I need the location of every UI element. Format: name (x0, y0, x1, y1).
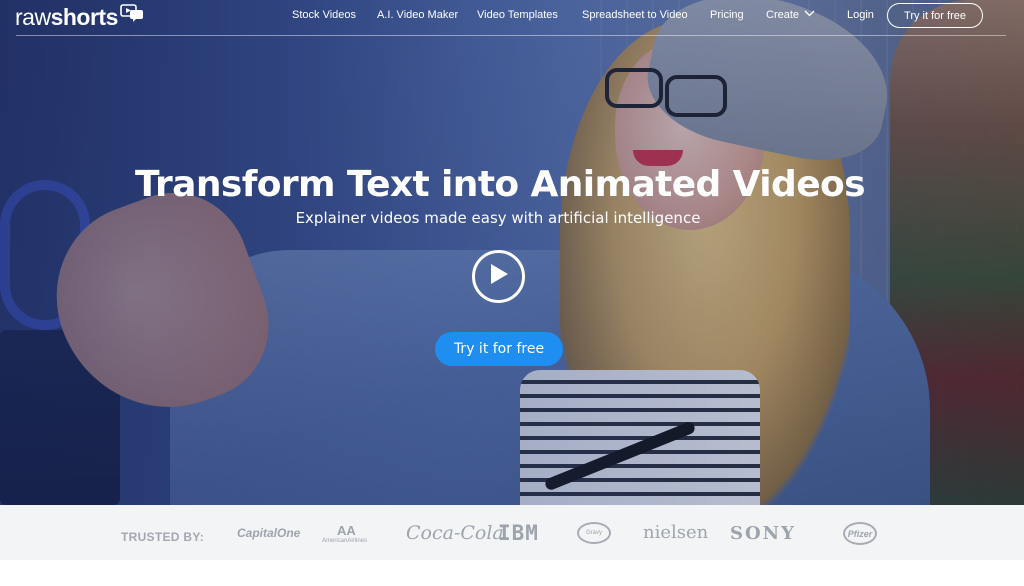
hero-person-glasses (665, 75, 727, 117)
nav-link-video-templates[interactable]: Video Templates (477, 9, 558, 21)
hero-title: Transform Text into Animated Videos (135, 164, 866, 205)
trusted-by-bar: TRUSTED BY: CapitalOne AA AmericanAirlin… (0, 505, 1024, 560)
brand-logo[interactable]: rawshorts (15, 4, 144, 30)
hero-person-shirt (520, 370, 760, 505)
hero-pen (543, 420, 697, 492)
chat-bubble-play-icon (120, 4, 144, 22)
play-icon (488, 262, 510, 291)
pfizer-logo: Pfizer (843, 522, 877, 545)
page: rawshorts Stock Videos A.I. Video Maker … (0, 0, 1024, 586)
ibm-logo: IBM (498, 521, 539, 545)
trusted-by-label: TRUSTED BY: (121, 530, 205, 544)
nav-link-login[interactable]: Login (847, 9, 874, 21)
hero-background-blinds (600, 0, 1024, 505)
american-airlines-logo-text: AmericanAirlines (322, 538, 368, 544)
coca-cola-logo: Coca-Cola (406, 522, 504, 544)
chevron-down-icon (804, 8, 815, 20)
nav-link-create[interactable]: Create (766, 9, 815, 21)
nav-link-spreadsheet-to-video[interactable]: Spreadsheet to Video (582, 9, 688, 21)
hero-subtitle: Explainer videos made easy with artifici… (295, 209, 701, 227)
nav-link-stock-videos[interactable]: Stock Videos (292, 9, 356, 21)
hero-overlay (0, 0, 1024, 505)
nav-link-pricing[interactable]: Pricing (710, 9, 744, 21)
try-free-hero-button[interactable]: Try it for free (435, 332, 563, 366)
brand-logo-text-bold: shorts (50, 3, 119, 30)
play-video-button[interactable] (472, 250, 525, 303)
hero-person-jacket (170, 250, 930, 505)
sony-logo: SONY (730, 523, 796, 544)
capital-one-logo: CapitalOne (237, 526, 301, 540)
hero-section: rawshorts Stock Videos A.I. Video Maker … (0, 0, 1024, 505)
gravy-logo: Gravy (577, 522, 611, 544)
try-free-nav-button[interactable]: Try it for free (887, 3, 983, 28)
hero-person-right (890, 0, 1024, 505)
top-nav: rawshorts Stock Videos A.I. Video Maker … (0, 0, 1024, 36)
nav-divider (16, 35, 1006, 36)
american-airlines-logo: AA (337, 523, 356, 538)
page-bottom-strip (0, 560, 1024, 586)
hero-person-hair (560, 20, 850, 505)
hero-background-cup (0, 330, 120, 505)
nielsen-logo: nielsen (643, 522, 709, 543)
brand-logo-text-light: raw (15, 3, 51, 30)
hero-background-shelf (220, 265, 480, 505)
nav-link-create-label: Create (766, 9, 800, 21)
nav-link-ai-video-maker[interactable]: A.I. Video Maker (377, 9, 458, 21)
hero-background (0, 0, 1024, 505)
brand-logo-text: rawshorts (15, 4, 118, 31)
hero-person-glasses (605, 68, 663, 108)
